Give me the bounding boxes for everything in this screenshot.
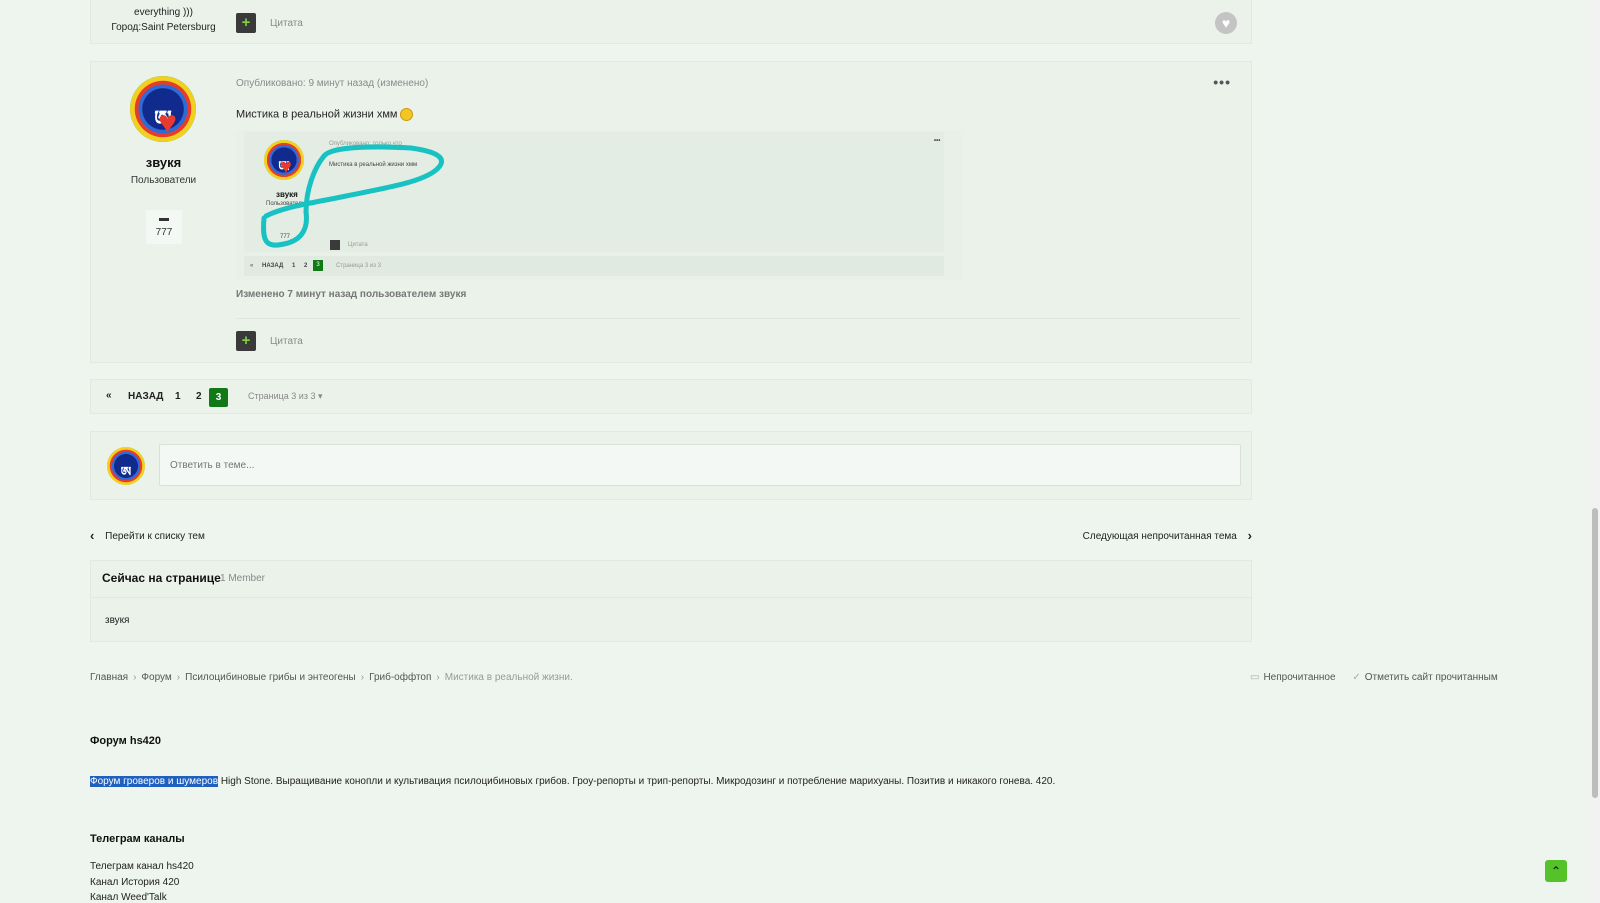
breadcrumb-subforum[interactable]: Гриб-оффтоп: [369, 672, 431, 683]
back-button[interactable]: НАЗАД: [128, 391, 163, 402]
author-bio: everything ))): [134, 7, 193, 18]
footer-forum-title: Форум hs420: [90, 735, 162, 747]
author-role: Пользователи: [130, 175, 197, 186]
chevron-up-icon: ⌃: [1550, 864, 1562, 878]
breadcrumb-category[interactable]: Псилоцибиновые грибы и энтеогены: [185, 672, 356, 683]
telegram-link-history420[interactable]: Канал История 420: [90, 877, 179, 888]
quote-link[interactable]: Цитата: [270, 18, 303, 29]
chevron-left-icon: ‹: [90, 528, 95, 543]
online-count: 1 Member: [220, 573, 266, 584]
pagination: « НАЗАД 1 2 3 Страница 3 из 3 ▾: [90, 379, 1252, 414]
previous-post: everything ))) Город:Saint Petersburg + …: [90, 0, 1252, 44]
chevron-right-icon: ›: [1247, 528, 1252, 543]
author-city: Город:Saint Petersburg: [111, 22, 216, 33]
online-user-link[interactable]: звукя: [105, 615, 129, 626]
back-to-topics-label: Перейти к списку тем: [105, 531, 205, 542]
telegram-link-weedtalk[interactable]: Канал Weed'Talk: [90, 892, 167, 903]
unread-icon: ▭: [1250, 672, 1260, 683]
online-title: Сейчас на странице: [102, 571, 221, 585]
mark-read-link[interactable]: Отметить сайт прочитанным: [1365, 672, 1498, 683]
back-to-top-button[interactable]: ⌃: [1545, 860, 1567, 882]
comment-icon: ▬: [159, 213, 169, 224]
breadcrumb: Главная › Форум › Псилоцибиновые грибы и энт…: [90, 672, 573, 683]
page-1-link[interactable]: 1: [175, 391, 181, 402]
reply-input[interactable]: [159, 444, 1241, 486]
chevron-right-icon: ›: [360, 672, 365, 683]
breadcrumb-current: Мистика в реальной жизни.: [444, 672, 573, 683]
post-count: 777: [155, 227, 173, 238]
page-3-current[interactable]: 3: [209, 388, 228, 407]
page-scrollbar[interactable]: [1590, 0, 1600, 903]
post-meta: Опубликовано: 9 минут назад (изменено): [236, 78, 429, 89]
breadcrumb-forum[interactable]: Форум: [141, 672, 171, 683]
chevron-down-icon: ▾: [317, 391, 323, 401]
more-options-icon[interactable]: •••: [1213, 74, 1231, 90]
footer-description: Форум гроверов и шумеров High Stone. Выр…: [90, 776, 1055, 787]
breadcrumb-home[interactable]: Главная: [90, 672, 128, 683]
selected-text: Форум гроверов и шумеров: [90, 776, 219, 787]
smile-emoji-icon: [400, 108, 414, 121]
post-body: Мистика в реальной жизни хмм: [236, 108, 414, 121]
footer-actions: ▭ Непрочитанное ✓ Отметить сайт прочитанны…: [1250, 672, 1498, 683]
back-to-topics-link[interactable]: ‹ Перейти к списку тем: [90, 528, 205, 543]
divider: [91, 597, 1251, 598]
post-text: Мистика в реальной жизни хмм: [236, 108, 398, 121]
scrollbar-thumb[interactable]: [1592, 508, 1598, 798]
quote-plus-button[interactable]: +: [236, 13, 256, 33]
page-jump-dropdown[interactable]: Страница 3 из 3 ▾: [248, 391, 323, 402]
first-page-icon[interactable]: «: [106, 390, 112, 401]
next-unread-topic-link[interactable]: Следующая непрочитанная тема ›: [1083, 528, 1252, 543]
check-icon: ✓: [1352, 672, 1361, 683]
online-users-block: Сейчас на странице 1 Member звукя: [90, 560, 1252, 642]
chevron-right-icon: ›: [436, 672, 440, 683]
chevron-right-icon: ›: [176, 672, 181, 683]
previous-post-author-info: everything ))) Город:Saint Petersburg: [91, 5, 236, 35]
quote-link[interactable]: Цитата: [270, 336, 303, 347]
current-user-avatar: ཨ: [107, 447, 145, 485]
unread-link[interactable]: Непрочитанное: [1263, 672, 1335, 683]
next-unread-topic-label: Следующая непрочитанная тема: [1082, 531, 1237, 542]
author-avatar[interactable]: ཨ ♥: [130, 76, 196, 142]
telegram-link-hs420[interactable]: Телеграм канал hs420: [90, 861, 194, 872]
edited-note: Изменено 7 минут назад пользователем зву…: [236, 289, 467, 300]
chevron-right-icon: ›: [133, 672, 137, 683]
description-text: High Stone. Выращивание конопли и культи…: [218, 776, 1056, 787]
like-heart-icon[interactable]: ♥: [1215, 12, 1237, 34]
telegram-title: Телеграм каналы: [90, 833, 185, 845]
page-of-label: Страница 3 из 3: [248, 391, 316, 401]
reply-box: ཨ: [90, 431, 1252, 500]
post-count-badge: ▬ 777: [146, 210, 182, 244]
divider: [236, 318, 1241, 319]
author-name[interactable]: звукя: [91, 155, 236, 170]
quote-plus-button[interactable]: +: [236, 331, 256, 351]
cyan-highlight-scribble: [261, 144, 444, 248]
page-2-link[interactable]: 2: [196, 391, 202, 402]
embedded-screenshot[interactable]: ཨ ♥ Опубликовано: только что Мистика в р…: [236, 130, 963, 280]
post-card: ཨ ♥ звукя Пользователи ▬ 777 Опубликован…: [90, 61, 1252, 363]
heart-icon: ♥: [158, 104, 177, 140]
